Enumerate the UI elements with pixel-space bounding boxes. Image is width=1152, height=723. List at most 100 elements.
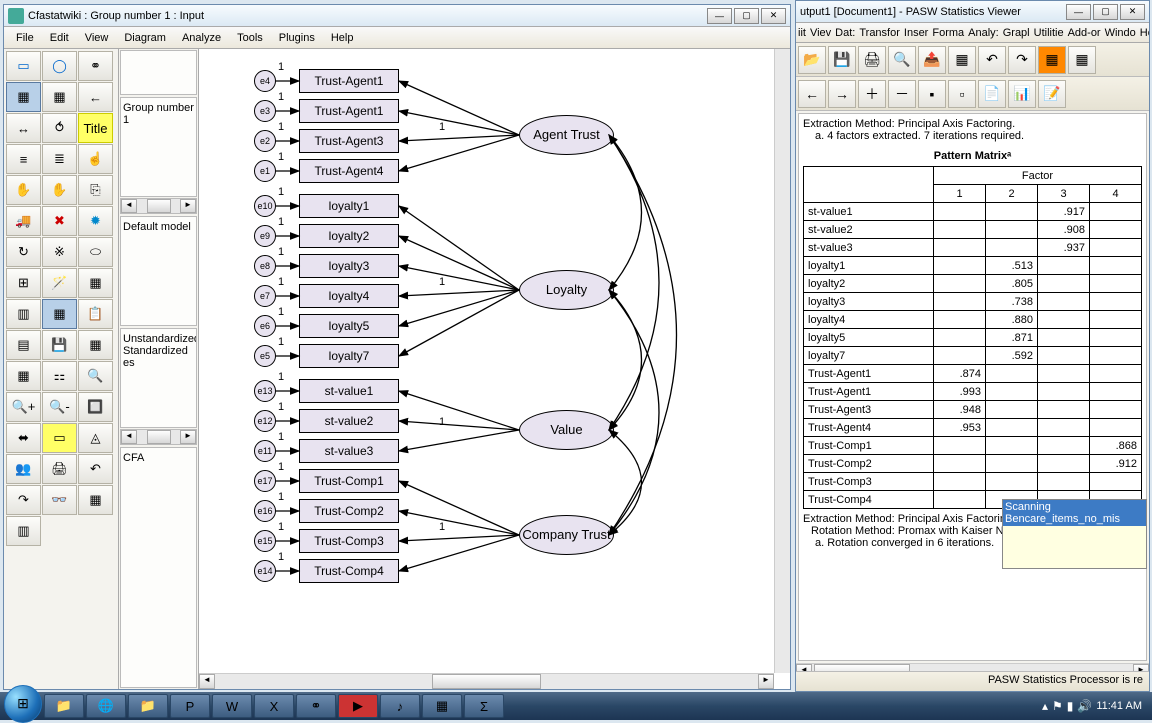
- object-props-tool[interactable]: ▦: [78, 330, 113, 360]
- calculate-tool[interactable]: ▦: [6, 82, 41, 112]
- latent-ellipse-tool[interactable]: ◯: [42, 51, 77, 81]
- save-tool[interactable]: 💾: [42, 330, 77, 360]
- spss-output[interactable]: Extraction Method: Principal Axis Factor…: [798, 113, 1147, 661]
- error-e7[interactable]: e7: [254, 285, 276, 307]
- view-text-tool[interactable]: ▤: [6, 330, 41, 360]
- estimates-list[interactable]: Unstandardized Standardized es: [120, 328, 197, 428]
- error-e2[interactable]: e2: [254, 130, 276, 152]
- indicator-trust-comp1[interactable]: Trust-Comp1: [299, 469, 399, 493]
- redo-button[interactable]: ↷: [1008, 46, 1036, 74]
- text-button[interactable]: 📝: [1038, 80, 1066, 108]
- task-folder[interactable]: 📁: [128, 694, 168, 718]
- latent-agent-trust[interactable]: Agent Trust: [519, 115, 614, 155]
- zoom-out-tool[interactable]: 🔍-: [42, 392, 77, 422]
- resize-tool[interactable]: ⬌: [6, 423, 41, 453]
- minimize-button[interactable]: —: [707, 8, 732, 24]
- groups-scroll[interactable]: ◄►: [120, 198, 197, 214]
- error-e1[interactable]: e1: [254, 160, 276, 182]
- hide-button[interactable]: ▫: [948, 80, 976, 108]
- error-e4[interactable]: e4: [254, 70, 276, 92]
- forward-button[interactable]: →: [828, 80, 856, 108]
- error-e15[interactable]: e15: [254, 530, 276, 552]
- path-left-tool[interactable]: ←: [78, 82, 113, 112]
- spec-search-tool[interactable]: 👓: [42, 485, 77, 515]
- indicator-loyalty7[interactable]: loyalty7: [299, 344, 399, 368]
- shape-tool[interactable]: ✹: [78, 206, 113, 236]
- spss-menu-2[interactable]: Dat:: [833, 27, 857, 39]
- task-app1[interactable]: ▶: [338, 694, 378, 718]
- chart-button[interactable]: 📊: [1008, 80, 1036, 108]
- spss-menu-10[interactable]: Windo: [1103, 27, 1138, 39]
- system-tray[interactable]: ▴ ⚑ ▮ 🔊 11:41 AM: [1042, 699, 1148, 713]
- loupe-tool[interactable]: ◬: [78, 423, 113, 453]
- latent-value[interactable]: Value: [519, 410, 614, 450]
- preserve-sym-tool[interactable]: ⚏: [42, 361, 77, 391]
- drag-props-tool[interactable]: ▦: [6, 361, 41, 391]
- indicator-trust-agent1[interactable]: Trust-Agent1: [299, 99, 399, 123]
- task-chrome[interactable]: 🌐: [86, 694, 126, 718]
- task-app2[interactable]: ▦: [422, 694, 462, 718]
- close-button[interactable]: ✕: [761, 8, 786, 24]
- title-tool[interactable]: Title: [78, 113, 113, 143]
- goto-button[interactable]: ▦: [1038, 46, 1066, 74]
- error-e12[interactable]: e12: [254, 410, 276, 432]
- lines2-tool[interactable]: ≣: [42, 144, 77, 174]
- select-tool[interactable]: ☝: [78, 144, 113, 174]
- move-param-tool[interactable]: ⬭: [78, 237, 113, 267]
- collapse-button[interactable]: －: [888, 80, 916, 108]
- menu-diagram[interactable]: Diagram: [116, 30, 174, 46]
- error-e16[interactable]: e16: [254, 500, 276, 522]
- fit-page-tool[interactable]: ▭: [42, 423, 77, 453]
- spss-menu-11[interactable]: Hel: [1138, 27, 1149, 39]
- menu-plugins[interactable]: Plugins: [271, 30, 323, 46]
- spss-menu-4[interactable]: Inser: [902, 27, 930, 39]
- canvas-scroll-h[interactable]: ◄►: [199, 673, 774, 689]
- export-button[interactable]: 📤: [918, 46, 946, 74]
- menu-tools[interactable]: Tools: [229, 30, 271, 46]
- maximize-button[interactable]: ▢: [734, 8, 759, 24]
- indicator-loyalty2[interactable]: loyalty2: [299, 224, 399, 248]
- indicator-st-value2[interactable]: st-value2: [299, 409, 399, 433]
- start-button[interactable]: ⊞: [4, 685, 42, 723]
- touch-up-tool[interactable]: 🪄: [42, 268, 77, 298]
- menu-help[interactable]: Help: [323, 30, 362, 46]
- indicator-st-value3[interactable]: st-value3: [299, 439, 399, 463]
- spss-menu-7[interactable]: Grapl: [1001, 27, 1032, 39]
- observed-rect-tool[interactable]: ▭: [6, 51, 41, 81]
- task-spss[interactable]: Σ: [464, 694, 504, 718]
- task-word[interactable]: W: [212, 694, 252, 718]
- analysis-props-tool[interactable]: ▥: [6, 299, 41, 329]
- task-amos[interactable]: ⚭: [296, 694, 336, 718]
- zoom-in-tool[interactable]: 🔍+: [6, 392, 41, 422]
- spss-menu-5[interactable]: Forma: [930, 27, 966, 39]
- undo-button[interactable]: ↶: [978, 46, 1006, 74]
- spss-menu-9[interactable]: Add-or: [1066, 27, 1103, 39]
- tray-clock[interactable]: 11:41 AM: [1096, 700, 1142, 712]
- show-button[interactable]: ▪: [918, 80, 946, 108]
- lines-tool[interactable]: ≡: [6, 144, 41, 174]
- amos-canvas[interactable]: Agent TrustTrust-Agent1e41Trust-Agent1e3…: [199, 49, 790, 689]
- print-button[interactable]: 🖨: [858, 46, 886, 74]
- tray-vol-icon[interactable]: 🔊: [1077, 699, 1092, 713]
- zoom-page-tool[interactable]: 🔲: [78, 392, 113, 422]
- open-button[interactable]: 📂: [798, 46, 826, 74]
- error-e14[interactable]: e14: [254, 560, 276, 582]
- spss-menu-0[interactable]: iit: [796, 27, 808, 39]
- error-e11[interactable]: e11: [254, 440, 276, 462]
- menu-view[interactable]: View: [77, 30, 117, 46]
- tool-ex2[interactable]: ▥: [6, 516, 41, 546]
- preview-button[interactable]: 🔍: [888, 46, 916, 74]
- indicator-loyalty4[interactable]: loyalty4: [299, 284, 399, 308]
- indicator-trust-agent3[interactable]: Trust-Agent3: [299, 129, 399, 153]
- error-e9[interactable]: e9: [254, 225, 276, 247]
- deselect-tool[interactable]: ✋: [42, 175, 77, 205]
- save-button[interactable]: 💾: [828, 46, 856, 74]
- copy-tool[interactable]: ⎘: [78, 175, 113, 205]
- select-button[interactable]: ▦: [1068, 46, 1096, 74]
- select-all-tool[interactable]: ✋: [6, 175, 41, 205]
- spss-title-bar[interactable]: utput1 [Document1] - PASW Statistics Vie…: [796, 1, 1149, 23]
- task-excel[interactable]: X: [254, 694, 294, 718]
- reflect-tool[interactable]: ※: [42, 237, 77, 267]
- spss-menu-8[interactable]: Utilitie: [1032, 27, 1066, 39]
- task-media[interactable]: ♪: [380, 694, 420, 718]
